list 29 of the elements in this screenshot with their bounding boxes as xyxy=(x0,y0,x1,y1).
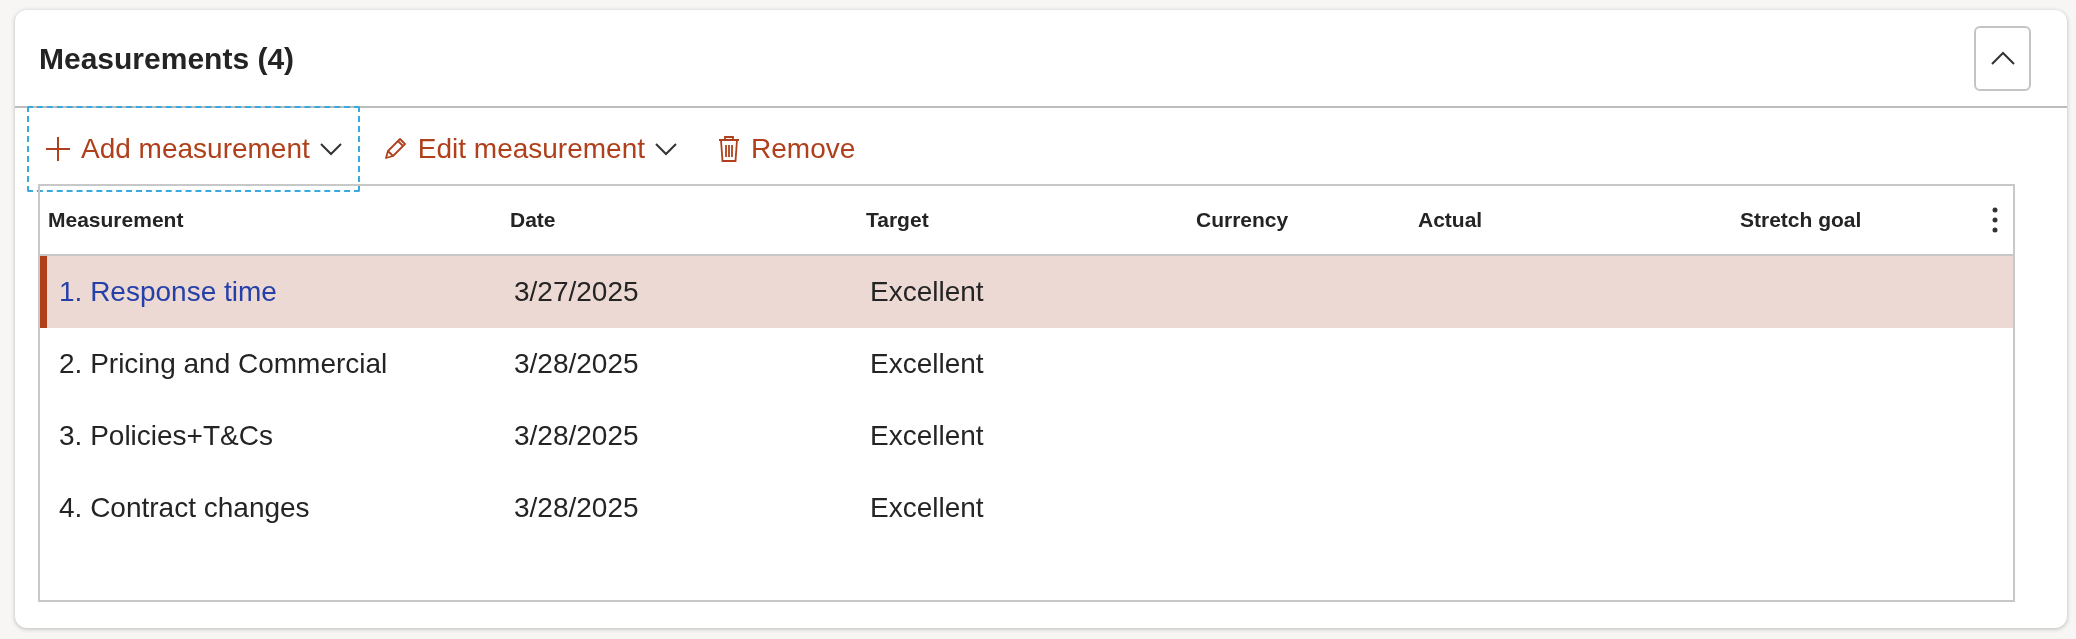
table-cell: 3/28/2025 xyxy=(514,420,639,451)
column-header[interactable]: Target xyxy=(858,204,1188,236)
table-cell: Excellent xyxy=(870,492,984,523)
toolbar-button[interactable]: Remove xyxy=(699,106,874,192)
chevron-down-icon xyxy=(319,142,342,156)
column-header[interactable]: Date xyxy=(502,204,858,236)
table-cell: Excellent xyxy=(870,348,984,379)
toolbar-button[interactable]: Add measurement xyxy=(27,106,360,192)
section-title: Measurements (4) xyxy=(39,40,295,77)
table-cell: 3/28/2025 xyxy=(514,492,639,523)
measurement-link[interactable]: 1. Response time xyxy=(59,276,277,307)
measurement-link[interactable]: 2. Pricing and Commercial xyxy=(59,348,388,379)
chevron-icon xyxy=(1989,50,2016,66)
column-header[interactable]: Actual xyxy=(1410,204,1732,236)
measurement-link[interactable]: 3. Policies+T&Cs xyxy=(59,420,273,451)
plus-icon xyxy=(45,136,71,162)
trash-icon xyxy=(717,135,741,163)
table-cell: Excellent xyxy=(870,420,984,451)
column-header[interactable]: Stretch goal xyxy=(1732,204,1991,236)
column-header[interactable]: Currency xyxy=(1188,204,1410,236)
measurement-link[interactable]: 4. Contract changes xyxy=(59,492,310,523)
table-cell: 3/27/2025 xyxy=(514,276,639,307)
toolbar-button[interactable]: Edit measurement xyxy=(363,106,695,192)
table-cell: 3/28/2025 xyxy=(514,348,639,379)
column-header[interactable]: Measurement xyxy=(40,204,502,236)
chevron-down-icon xyxy=(655,142,677,156)
table-row[interactable]: 1. Response time 3/27/2025 Excellent xyxy=(40,256,2013,328)
more-options-icon[interactable] xyxy=(1991,206,1999,234)
table-cell: Excellent xyxy=(870,276,984,307)
